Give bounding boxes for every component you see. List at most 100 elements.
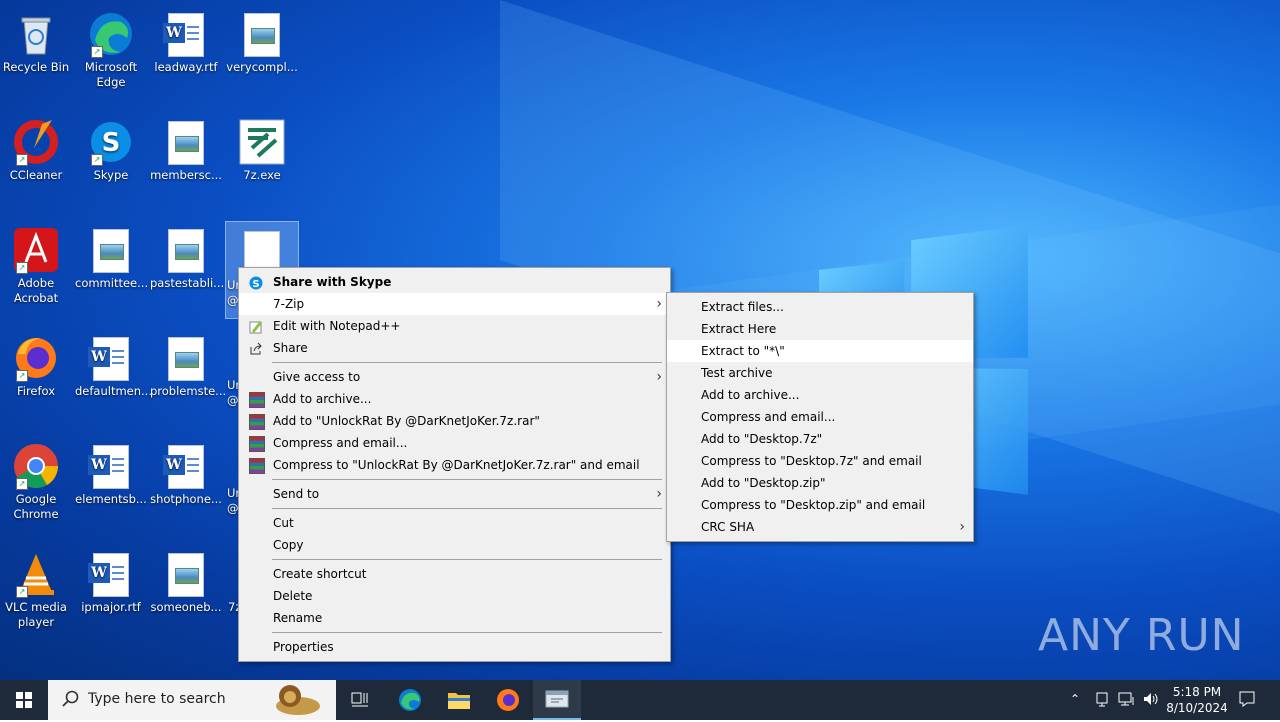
desktop-icon-google-chrome[interactable]: ↗ Google Chrome bbox=[0, 436, 72, 522]
icon-label: verycompl... bbox=[226, 60, 298, 75]
winrar-icon bbox=[249, 458, 265, 474]
image-file-icon bbox=[93, 229, 129, 273]
submenu-7zip: Extract files... Extract Here Extract to… bbox=[666, 292, 974, 542]
menu-item-send-to[interactable]: Send to › bbox=[239, 483, 670, 505]
network-icon[interactable] bbox=[1118, 691, 1136, 710]
chevron-right-icon: › bbox=[656, 483, 662, 505]
menu-item-add-to-rar[interactable]: Add to "UnlockRat By @DarKnetJoKer.7z.ra… bbox=[239, 410, 670, 432]
taskbar-edge[interactable] bbox=[386, 680, 434, 720]
notepadpp-icon bbox=[249, 319, 263, 333]
shortcut-arrow-icon: ↗ bbox=[16, 262, 28, 274]
desktop-icon-7z-exe[interactable]: 7z.exe bbox=[226, 112, 298, 183]
network-adapter-icon[interactable] bbox=[1094, 691, 1110, 710]
desktop[interactable]: Recycle Bin ↗ CCleaner ↗ Adobe Acrobat ↗… bbox=[0, 0, 1280, 680]
image-file-icon bbox=[168, 121, 204, 165]
folder-icon bbox=[447, 690, 471, 710]
clock[interactable]: 5:18 PM 8/10/2024 bbox=[1166, 684, 1228, 716]
menu-item-create-shortcut[interactable]: Create shortcut bbox=[239, 563, 670, 585]
desktop-icon-ccleaner[interactable]: ↗ CCleaner bbox=[0, 112, 72, 183]
skype-icon: S ↗ bbox=[87, 118, 135, 166]
desktop-icon-adobe-acrobat[interactable]: ↗ Adobe Acrobat bbox=[0, 220, 72, 306]
icon-label: committee... bbox=[75, 276, 147, 291]
icon-label: leadway.rtf bbox=[150, 60, 222, 75]
menu-item-compress-to-rar-and-email[interactable]: Compress to "UnlockRat By @DarKnetJoKer.… bbox=[239, 454, 670, 476]
icon-label: Firefox bbox=[0, 384, 72, 399]
submenu-item-extract-files[interactable]: Extract files... bbox=[667, 296, 973, 318]
svg-text:S: S bbox=[102, 128, 121, 158]
desktop-icon-file[interactable]: W elementsb... bbox=[75, 436, 147, 507]
start-button[interactable] bbox=[0, 680, 48, 720]
shortcut-arrow-icon: ↗ bbox=[91, 154, 103, 166]
word-document-icon: W bbox=[93, 337, 129, 381]
submenu-item-compress-desktop-7z-email[interactable]: Compress to "Desktop.7z" and email bbox=[667, 450, 973, 472]
menu-item-7zip[interactable]: 7-Zip › bbox=[239, 293, 670, 315]
clock-time: 5:18 PM bbox=[1166, 684, 1228, 700]
submenu-item-add-to-archive[interactable]: Add to archive... bbox=[667, 384, 973, 406]
icon-label: someoneb... bbox=[150, 600, 222, 615]
icon-label: defaultmen... bbox=[75, 384, 147, 399]
desktop-icon-file[interactable]: committee... bbox=[75, 220, 147, 291]
icon-label: Recycle Bin bbox=[0, 60, 72, 75]
shortcut-arrow-icon: ↗ bbox=[16, 478, 28, 490]
desktop-icon-firefox[interactable]: ↗ Firefox bbox=[0, 328, 72, 399]
taskbar-firefox[interactable] bbox=[484, 680, 532, 720]
menu-item-copy[interactable]: Copy bbox=[239, 534, 670, 556]
submenu-item-compress-desktop-zip-email[interactable]: Compress to "Desktop.zip" and email bbox=[667, 494, 973, 516]
notification-center-icon[interactable] bbox=[1238, 690, 1256, 711]
menu-item-share-with-skype[interactable]: S Share with Skype bbox=[239, 271, 670, 293]
acrobat-icon: ↗ bbox=[12, 226, 60, 274]
desktop-icon-file[interactable]: verycompl... bbox=[226, 4, 298, 75]
menu-item-delete[interactable]: Delete bbox=[239, 585, 670, 607]
desktop-icon-file[interactable]: membersc... bbox=[150, 112, 222, 183]
menu-separator bbox=[272, 508, 662, 509]
desktop-icon-file[interactable]: W defaultmen... bbox=[75, 328, 147, 399]
chevron-up-icon[interactable]: ⌃ bbox=[1070, 692, 1080, 706]
word-document-icon: W bbox=[168, 13, 204, 57]
taskbar-search-box[interactable]: Type here to search bbox=[48, 680, 336, 720]
anyrun-watermark: ANY RUN bbox=[1038, 610, 1245, 661]
submenu-item-add-to-desktop-zip[interactable]: Add to "Desktop.zip" bbox=[667, 472, 973, 494]
search-icon bbox=[62, 690, 80, 712]
windows-start-icon bbox=[16, 692, 32, 708]
image-file-icon bbox=[244, 13, 280, 57]
icon-label: VLC media player bbox=[0, 600, 72, 630]
volume-icon[interactable] bbox=[1142, 691, 1160, 710]
submenu-item-crc-sha[interactable]: CRC SHA › bbox=[667, 516, 973, 538]
desktop-icon-file[interactable]: W ipmajor.rtf bbox=[75, 544, 147, 615]
desktop-icon-vlc[interactable]: ↗ VLC media player bbox=[0, 544, 72, 630]
task-view-button[interactable] bbox=[336, 680, 384, 720]
submenu-item-test-archive[interactable]: Test archive bbox=[667, 362, 973, 384]
taskbar-active-app[interactable] bbox=[533, 680, 581, 720]
menu-item-share[interactable]: Share bbox=[239, 337, 670, 359]
menu-item-cut[interactable]: Cut bbox=[239, 512, 670, 534]
icon-label: elementsb... bbox=[75, 492, 147, 507]
desktop-icon-file[interactable]: W shotphone... bbox=[150, 436, 222, 507]
desktop-icon-file[interactable]: problemste... bbox=[150, 328, 222, 399]
desktop-icon-microsoft-edge[interactable]: ↗ Microsoft Edge bbox=[75, 4, 147, 90]
skype-icon: S bbox=[249, 275, 263, 289]
submenu-item-extract-here[interactable]: Extract Here bbox=[667, 318, 973, 340]
submenu-item-compress-and-email[interactable]: Compress and email... bbox=[667, 406, 973, 428]
menu-item-properties[interactable]: Properties bbox=[239, 636, 670, 658]
taskbar-file-explorer[interactable] bbox=[435, 680, 483, 720]
desktop-icon-recycle-bin[interactable]: Recycle Bin bbox=[0, 4, 72, 75]
chevron-right-icon: › bbox=[959, 516, 965, 538]
desktop-icon-file[interactable]: W leadway.rtf bbox=[150, 4, 222, 75]
menu-item-rename[interactable]: Rename bbox=[239, 607, 670, 629]
shortcut-arrow-icon: ↗ bbox=[16, 154, 28, 166]
image-file-icon bbox=[168, 553, 204, 597]
word-document-icon: W bbox=[93, 445, 129, 489]
desktop-icon-skype[interactable]: S ↗ Skype bbox=[75, 112, 147, 183]
shortcut-arrow-icon: ↗ bbox=[16, 586, 28, 598]
menu-item-compress-and-email[interactable]: Compress and email... bbox=[239, 432, 670, 454]
submenu-item-add-to-desktop-7z[interactable]: Add to "Desktop.7z" bbox=[667, 428, 973, 450]
desktop-icon-file[interactable]: pastestabli... bbox=[150, 220, 222, 291]
desktop-icon-file[interactable]: someoneb... bbox=[150, 544, 222, 615]
menu-item-add-to-archive[interactable]: Add to archive... bbox=[239, 388, 670, 410]
chevron-right-icon: › bbox=[656, 293, 662, 315]
menu-item-give-access-to[interactable]: Give access to › bbox=[239, 366, 670, 388]
icon-label: 7z.exe bbox=[226, 168, 298, 183]
word-document-icon: W bbox=[93, 553, 129, 597]
menu-item-edit-with-notepadpp[interactable]: Edit with Notepad++ bbox=[239, 315, 670, 337]
submenu-item-extract-to[interactable]: Extract to "*\" bbox=[667, 340, 973, 362]
